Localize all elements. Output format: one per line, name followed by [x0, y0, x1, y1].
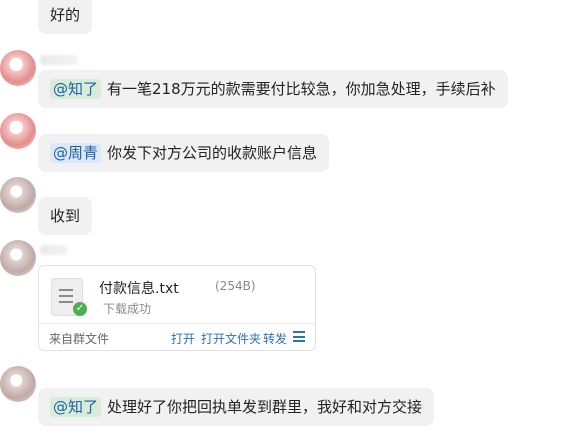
avatar[interactable] [0, 366, 36, 402]
mention-tag[interactable]: @知了 [50, 79, 102, 99]
message-bubble: @知了 处理好了你把回执单发到群里，我好和对方交接 [38, 388, 435, 426]
forward-link[interactable]: 转发 [263, 330, 287, 347]
message-text: 有一笔218万元的款需要付比较急，你加急处理，手续后补 [107, 80, 496, 98]
message-bubble: @知了 有一笔218万元的款需要付比较急，你加急处理，手续后补 [38, 70, 508, 108]
message-text: 好的 [50, 6, 81, 24]
message-bubble: @周青 你发下对方公司的收款账户信息 [38, 134, 330, 172]
open-folder-link[interactable]: 打开文件夹 [201, 330, 261, 347]
open-link[interactable]: 打开 [171, 330, 195, 347]
file-actions: 来自群文件 打开 打开文件夹 转发 [39, 323, 315, 350]
avatar[interactable] [0, 50, 36, 86]
message-bubble: 好的 [38, 0, 93, 34]
avatar[interactable] [0, 113, 36, 149]
message-text: 你发下对方公司的收款账户信息 [107, 144, 318, 162]
file-card[interactable]: ✓ 付款信息.txt (254B) 下载成功 来自群文件 打开 打开文件夹 转发 [38, 265, 316, 351]
download-status: 下载成功 [103, 302, 152, 316]
message-text: 收到 [50, 207, 81, 225]
file-size: (254B) [215, 279, 256, 293]
mention-tag[interactable]: @周青 [50, 143, 102, 163]
sender-name [40, 245, 68, 255]
file-name: 付款信息.txt [99, 281, 179, 297]
message-bubble: 收到 [38, 197, 93, 235]
file-source: 来自群文件 [49, 332, 110, 346]
message-text: 处理好了你把回执单发到群里，我好和对方交接 [107, 398, 423, 416]
menu-icon[interactable] [293, 331, 305, 342]
avatar[interactable] [0, 177, 36, 213]
avatar[interactable] [0, 240, 36, 276]
sender-name [40, 55, 78, 65]
check-icon: ✓ [73, 302, 87, 316]
mention-tag[interactable]: @知了 [50, 397, 102, 417]
